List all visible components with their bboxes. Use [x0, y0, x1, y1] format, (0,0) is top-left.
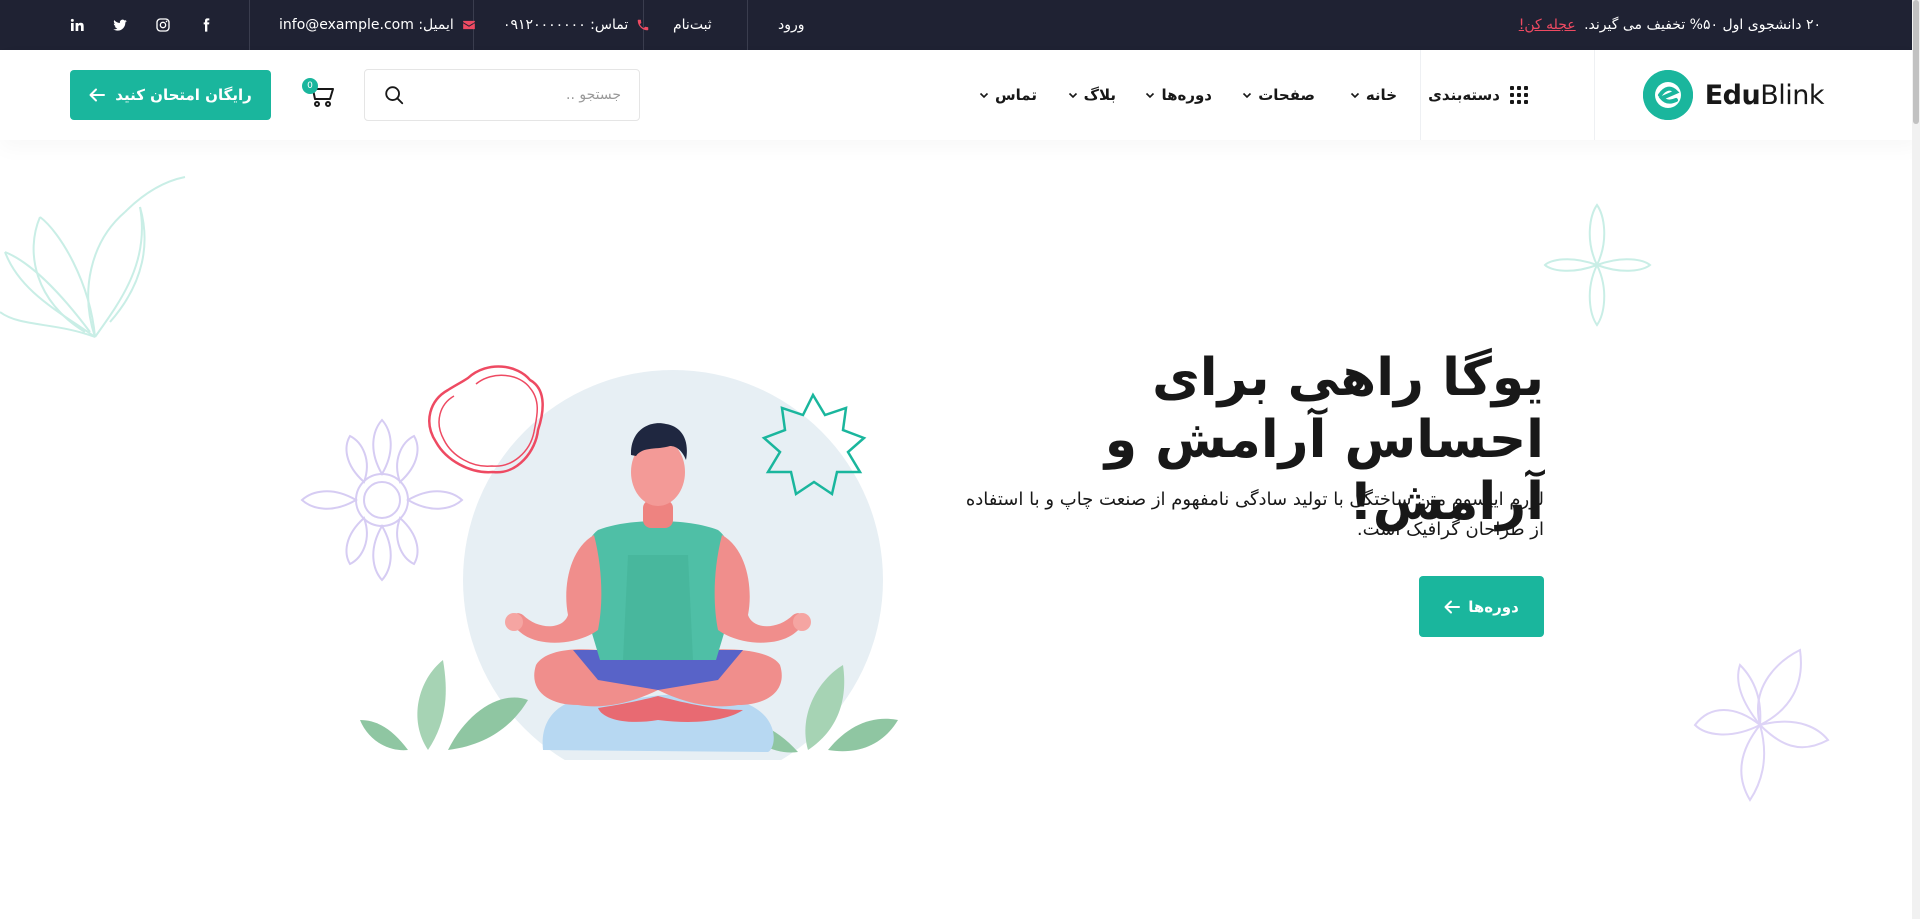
- top-bar: ۲۰ دانشجوی اول ۵۰% تخفیف می گیرند. عجله …: [0, 0, 1920, 50]
- nav-label: خانه: [1365, 86, 1397, 104]
- scrollbar-thumb[interactable]: [1913, 0, 1919, 124]
- chevron-down-icon: [1243, 92, 1252, 99]
- promo-link[interactable]: عجله کن!: [1519, 17, 1576, 33]
- logo-text: EduBlink: [1704, 79, 1825, 111]
- divider: [1420, 50, 1421, 140]
- chevron-down-icon: [979, 92, 989, 99]
- arrow-left-icon: [1444, 600, 1461, 613]
- nav-item-courses[interactable]: دوره‌ها: [1145, 50, 1212, 140]
- grid-dots-icon: [1510, 86, 1528, 104]
- facebook-link[interactable]: [198, 0, 214, 50]
- yoga-illustration: [300, 365, 898, 760]
- chevron-down-icon: [1068, 92, 1077, 99]
- main-header: EduBlink دسته‌بندی خانه صفحات دوره‌ها بل…: [0, 50, 1920, 140]
- phone-label: تماس: ۰۹۱۲۰۰۰۰۰۰۰: [503, 17, 629, 33]
- arrow-left-icon: [89, 88, 106, 102]
- linkedin-icon: [70, 18, 84, 31]
- divider: [249, 0, 250, 50]
- divider: [747, 0, 748, 50]
- divider: [1594, 50, 1595, 140]
- category-menu[interactable]: دسته‌بندی: [1428, 50, 1528, 140]
- hero-description: لورم ایپسوم متن ساختگی با تولید سادگی نا…: [965, 489, 1544, 540]
- cart-count-badge: 0: [302, 78, 318, 94]
- promo-banner: ۲۰ دانشجوی اول ۵۰% تخفیف می گیرند. عجله …: [1519, 0, 1821, 50]
- logo-mark-icon: [1642, 70, 1693, 120]
- envelope-icon: [462, 20, 475, 30]
- leaf-decoration-icon: [0, 176, 186, 338]
- free-trial-button[interactable]: رایگان امتحان کنید: [70, 70, 271, 120]
- logo-text-light: Blink: [1760, 79, 1824, 111]
- login-label: ورود: [778, 17, 805, 33]
- logo-text-bold: Edu: [1704, 79, 1761, 111]
- nav-item-home[interactable]: خانه: [1350, 50, 1397, 140]
- courses-button-label: دوره‌ها: [1468, 597, 1519, 616]
- facebook-icon: [203, 18, 210, 32]
- logo[interactable]: EduBlink: [1642, 70, 1825, 120]
- twitter-icon: [113, 19, 127, 31]
- lavender-flower-decoration-icon: [1693, 648, 1830, 802]
- email-label: ایمیل: info@example.com: [279, 17, 454, 33]
- instagram-link[interactable]: [155, 0, 171, 50]
- promo-text: ۲۰ دانشجوی اول ۵۰% تخفیف می گیرند.: [1584, 17, 1821, 33]
- instagram-icon: [156, 18, 170, 32]
- nav-label: بلاگ: [1083, 86, 1116, 104]
- nav-label: دوره‌ها: [1161, 86, 1212, 104]
- twitter-link[interactable]: [112, 0, 128, 50]
- courses-button[interactable]: دوره‌ها: [1419, 576, 1544, 637]
- register-link[interactable]: ثبت‌نام: [673, 0, 712, 50]
- search-icon[interactable]: [383, 84, 405, 106]
- flower-outline-decoration-icon: [1543, 203, 1652, 327]
- phone-info: تماس: ۰۹۱۲۰۰۰۰۰۰۰: [503, 0, 650, 50]
- nav-item-contact[interactable]: تماس: [979, 50, 1037, 140]
- register-label: ثبت‌نام: [673, 17, 712, 33]
- nav-item-pages[interactable]: صفحات: [1242, 50, 1315, 140]
- login-link[interactable]: ورود: [778, 0, 805, 50]
- email-info: ایمیل: info@example.com: [279, 0, 476, 50]
- free-trial-label: رایگان امتحان کنید: [115, 86, 252, 104]
- category-label: دسته‌بندی: [1428, 86, 1500, 104]
- linkedin-link[interactable]: [69, 0, 85, 50]
- chevron-down-icon: [1146, 92, 1155, 99]
- phone-icon: [637, 19, 649, 31]
- search-box: [364, 69, 640, 121]
- chevron-down-icon: [1350, 92, 1359, 99]
- nav-item-blog[interactable]: بلاگ: [1068, 50, 1116, 140]
- search-input[interactable]: [421, 70, 621, 120]
- nav-label: تماس: [994, 86, 1037, 104]
- page-scrollbar[interactable]: [1912, 0, 1920, 919]
- nav-label: صفحات: [1258, 86, 1315, 104]
